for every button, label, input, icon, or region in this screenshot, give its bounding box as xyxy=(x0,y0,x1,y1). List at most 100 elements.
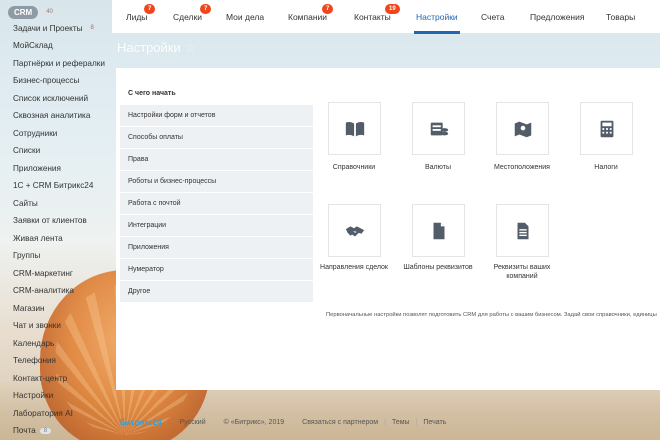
menu-item-crm-analytics[interactable]: CRM-аналитика xyxy=(13,285,74,297)
section-title[interactable]: С чего начать xyxy=(128,90,176,97)
tab-quotes[interactable]: Предложения xyxy=(530,12,584,22)
menu-item-sites[interactable]: Сайты xyxy=(13,197,38,209)
menu-item-contact-center[interactable]: Контакт-центр xyxy=(13,372,67,384)
favorite-star-icon[interactable]: ☆ xyxy=(185,41,196,55)
contact-partner-link[interactable]: Связаться с партнером xyxy=(302,419,378,426)
menu-item-label: Приложения xyxy=(13,163,61,173)
menu-item-counter: 8 xyxy=(39,427,52,434)
tile-company-requisites[interactable] xyxy=(496,204,549,257)
crm-header[interactable]: CRM 40 xyxy=(8,4,57,20)
menu-item-label: Сайты xyxy=(13,198,38,208)
settings-menu-item[interactable]: Работа с почтой xyxy=(120,193,313,214)
map-icon xyxy=(514,121,531,137)
menu-item-label: Почта xyxy=(13,426,36,435)
menu-item-tasks[interactable]: Задачи и Проекты 8 xyxy=(13,22,98,34)
tab-badge: 7 xyxy=(200,4,212,14)
menu-item-label: Чат и звонки xyxy=(13,321,61,330)
settings-panel: С чего начать Настройки форм и отчетов С… xyxy=(116,68,660,390)
tab-contacts[interactable]: Контакты xyxy=(354,12,391,22)
menu-item-calendar[interactable]: Календарь xyxy=(13,337,54,349)
page-title-text: Настройки xyxy=(117,40,181,55)
crm-label[interactable]: CRM xyxy=(8,5,39,19)
tab-leads[interactable]: Лиды xyxy=(126,12,147,22)
tab-badge: 19 xyxy=(385,4,400,14)
hint-text: Первоначальные настройки позволят подгот… xyxy=(326,312,657,318)
tile-taxes[interactable] xyxy=(580,102,633,155)
menu-item-label: Контакт-центр xyxy=(13,373,68,383)
menu-item-ai-lab[interactable]: Лаборатория AI xyxy=(13,407,73,419)
menu-item-apps[interactable]: Приложения xyxy=(13,162,61,174)
footer: Битрикс24 Русский © «Битрикс», 2019 Связ… xyxy=(120,416,446,428)
tile-label[interactable]: Налоги xyxy=(566,163,646,172)
calculator-icon xyxy=(600,120,613,137)
menu-item-label: Группы xyxy=(13,251,41,260)
tile-requisite-templates[interactable] xyxy=(412,204,465,257)
language-selector[interactable]: Русский xyxy=(180,419,206,426)
tile-label[interactable]: Справочники xyxy=(314,163,394,172)
menu-item-label: Партнёрки и рефералки xyxy=(13,58,105,68)
menu-item-crm-marketing[interactable]: CRM-маркетинг xyxy=(13,267,73,279)
settings-menu-item[interactable]: Роботы и бизнес-процессы xyxy=(120,171,313,192)
coins-icon xyxy=(430,122,448,135)
tab-companies[interactable]: Компании xyxy=(288,12,327,22)
tile-label[interactable]: Валюты xyxy=(398,163,478,172)
menu-item-chat[interactable]: Чат и звонки xyxy=(13,320,61,332)
settings-menu-item[interactable]: Интеграции xyxy=(120,215,313,236)
tile-label[interactable]: Направления сделок xyxy=(314,263,394,272)
tile-currencies[interactable] xyxy=(412,102,465,155)
tile-label[interactable]: Шаблоны реквизитов xyxy=(398,263,478,272)
menu-item-label: CRM-аналитика xyxy=(13,286,74,295)
menu-item-label: Живая лента xyxy=(13,233,63,243)
settings-menu-item[interactable]: Приложения xyxy=(120,237,313,258)
menu-item-telephony[interactable]: Телефония xyxy=(13,355,56,367)
crm-top-tabs: Лиды 7 Сделки 7 Мои дела Компании 7 Конт… xyxy=(112,0,660,34)
tab-products[interactable]: Товары xyxy=(606,12,635,22)
menu-item-settings[interactable]: Настройки xyxy=(13,390,53,402)
menu-item-business-processes[interactable]: Бизнес-процессы xyxy=(13,75,79,87)
footer-divider: | xyxy=(384,418,386,426)
settings-menu-item[interactable]: Способы оплаты xyxy=(120,127,313,148)
tile-directories[interactable] xyxy=(328,102,381,155)
tab-settings[interactable]: Настройки xyxy=(416,12,458,22)
tab-badge: 7 xyxy=(144,4,156,14)
menu-item-feed[interactable]: Живая лента xyxy=(13,232,63,244)
tile-label[interactable]: Местоположения xyxy=(482,163,562,172)
menu-item-counter: 8 xyxy=(86,25,98,31)
settings-menu-item[interactable]: Нумератор xyxy=(120,259,313,280)
bitrix24-logo: Битрикс24 xyxy=(120,417,162,427)
tab-deals[interactable]: Сделки xyxy=(173,12,202,22)
menu-item-exclusions[interactable]: Список исключений xyxy=(13,92,88,104)
book-icon xyxy=(345,121,364,136)
active-tab-underline xyxy=(414,31,460,34)
menu-item-1c[interactable]: 1С + CRM Битрикс24 xyxy=(13,180,93,192)
menu-item-analytics[interactable]: Сквозная аналитика xyxy=(13,110,90,122)
document-lines-icon xyxy=(517,222,528,239)
tab-invoices[interactable]: Счета xyxy=(481,12,504,22)
menu-item-label: Телефония xyxy=(13,356,56,365)
menu-item-lists[interactable]: Списки xyxy=(13,145,40,157)
menu-item-label: Магазин xyxy=(13,303,45,313)
menu-item-shop[interactable]: Магазин xyxy=(13,302,45,314)
menu-item-moysklad[interactable]: МойСклад xyxy=(13,40,53,52)
tab-my-activities[interactable]: Мои дела xyxy=(226,12,264,22)
settings-menu-item[interactable]: Настройки форм и отчетов xyxy=(120,105,313,126)
menu-item-partners[interactable]: Партнёрки и рефералки xyxy=(13,57,105,69)
print-link[interactable]: Печать xyxy=(423,419,446,426)
document-icon xyxy=(433,222,444,239)
menu-item-label: Бизнес-процессы xyxy=(13,76,80,85)
tile-label[interactable]: Реквизиты ваших компаний xyxy=(482,263,562,281)
menu-item-mail[interactable]: Почта 8 xyxy=(13,425,52,437)
tile-locations[interactable] xyxy=(496,102,549,155)
menu-item-groups[interactable]: Группы xyxy=(13,250,40,262)
menu-item-client-requests[interactable]: Заявки от клиентов xyxy=(13,215,87,227)
tile-deal-directions[interactable] xyxy=(328,204,381,257)
menu-item-label: Сотрудники xyxy=(13,128,58,138)
footer-divider: | xyxy=(415,418,418,426)
settings-menu-item[interactable]: Права xyxy=(120,149,313,170)
menu-item-label: Календарь xyxy=(13,338,55,348)
menu-item-label: Настройки xyxy=(13,391,54,400)
themes-link[interactable]: Темы xyxy=(392,419,410,426)
settings-menu-item[interactable]: Другое xyxy=(120,281,313,302)
menu-item-label: Списки xyxy=(13,146,41,155)
menu-item-employees[interactable]: Сотрудники xyxy=(13,127,57,139)
